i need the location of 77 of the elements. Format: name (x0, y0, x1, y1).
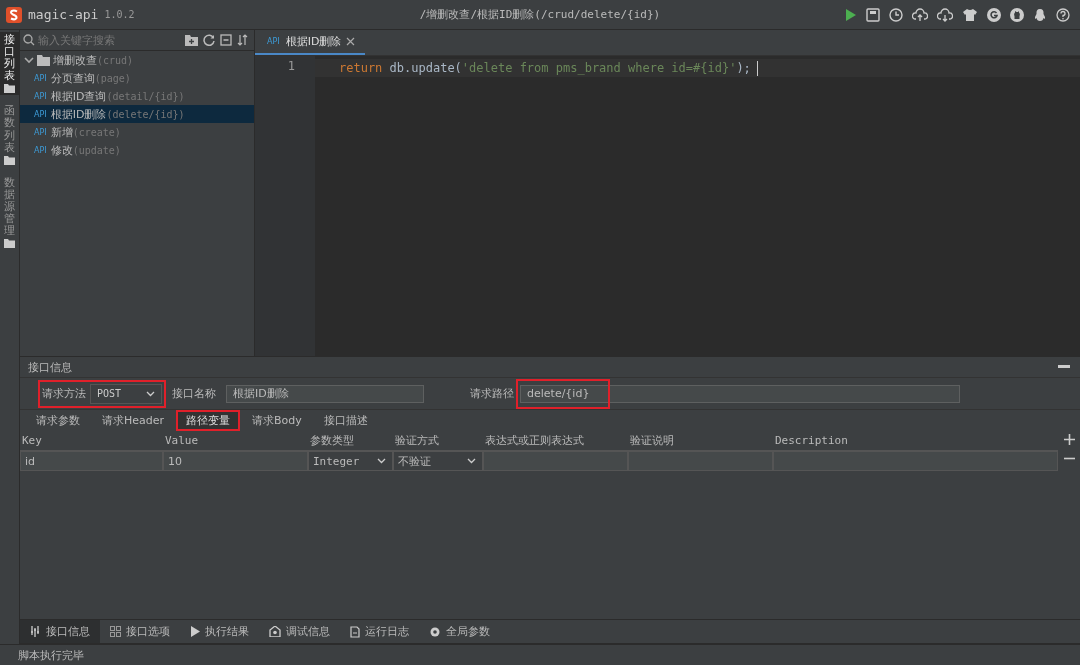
gear-icon (429, 625, 441, 638)
close-icon[interactable] (346, 37, 356, 46)
clock-icon[interactable] (889, 7, 903, 22)
column-header: Key (21, 433, 43, 447)
tree-folder[interactable]: 增删改查(crud) (20, 51, 254, 69)
refresh-icon[interactable] (203, 34, 215, 46)
document-icon (350, 625, 360, 638)
download-icon[interactable] (937, 7, 953, 22)
save-icon[interactable] (866, 7, 880, 22)
column-header: Value (164, 433, 200, 447)
panel-title: 接口信息 (28, 359, 72, 375)
column-header: 验证说明 (629, 432, 675, 448)
column-header: Description (774, 433, 849, 447)
add-icon[interactable] (1063, 434, 1075, 445)
name-field[interactable]: 根据ID删除 (226, 384, 424, 403)
tree-item[interactable]: API 根据ID查询(detail/{id}) (20, 87, 254, 105)
table-cell[interactable] (628, 451, 773, 471)
logo-icon (6, 6, 22, 23)
side-tab[interactable]: 函数列表 (0, 103, 19, 167)
table-cell[interactable] (773, 451, 1058, 471)
table-cell[interactable]: id (20, 451, 163, 471)
g-circle-icon[interactable] (987, 7, 1001, 22)
help-icon[interactable] (1056, 7, 1070, 22)
shirt-icon[interactable] (962, 7, 978, 22)
bottom-tab[interactable]: 接口选项 (100, 620, 180, 643)
caret-icon (146, 390, 155, 397)
sliders-icon (30, 626, 41, 637)
path-field[interactable]: delete/{id} (520, 384, 960, 403)
panel-tab[interactable]: 请求Body (242, 409, 312, 431)
panel-tab[interactable]: 请求Header (92, 409, 175, 431)
folder-icon (4, 84, 15, 94)
side-tab[interactable]: 数据源管理 (0, 174, 19, 251)
table-cell[interactable] (483, 451, 628, 471)
field-label: 接口名称 (172, 386, 216, 401)
grid-icon (110, 626, 121, 637)
app-name: magic-api (28, 7, 99, 22)
upload-icon[interactable] (912, 7, 928, 22)
side-tab[interactable]: 接口列表 (0, 32, 19, 96)
chevron-icon (24, 55, 34, 65)
field-label: 请求方法 (42, 386, 86, 401)
search-icon (23, 34, 35, 46)
minimize-icon[interactable] (1058, 365, 1070, 369)
status-text: 脚本执行完毕 (0, 644, 1080, 665)
caret-icon (467, 458, 476, 464)
folder-icon (4, 155, 15, 165)
penguin-icon[interactable] (1033, 7, 1047, 22)
column-header: 验证方式 (394, 432, 440, 448)
window-title: /增删改查/根据ID删除(/crud/delete/{id}) (419, 7, 661, 22)
bottom-tab[interactable]: 接口信息 (20, 620, 100, 643)
column-header: 参数类型 (309, 432, 355, 448)
type-select[interactable]: Integer (308, 451, 393, 471)
text-cursor (756, 60, 758, 76)
folder-icon (4, 239, 15, 249)
method-select[interactable]: POST (90, 383, 162, 404)
sort-icon[interactable] (237, 34, 249, 46)
table-cell[interactable]: 10 (163, 451, 308, 471)
folder-icon (37, 54, 50, 66)
bottom-tab[interactable]: 执行结果 (180, 620, 259, 643)
bottom-tab[interactable]: 调试信息 (259, 620, 340, 643)
collapse-icon[interactable] (220, 34, 232, 46)
bottom-tab[interactable]: 运行日志 (340, 620, 419, 643)
panel-tab[interactable]: 接口描述 (313, 409, 378, 431)
code-line: return db.update('delete from pms_brand where id=#{id}'); (339, 61, 751, 75)
caret-icon (377, 458, 386, 464)
panel-tab[interactable]: 请求参数 (26, 409, 90, 431)
panel-tab[interactable]: 路径变量 (176, 409, 241, 431)
app-version: 1.0.2 (104, 9, 135, 20)
line-number: 1 (286, 59, 296, 75)
play-icon (190, 626, 200, 637)
run-icon[interactable] (845, 7, 857, 22)
column-header: 表达式或正则表达式 (484, 432, 585, 448)
type-select[interactable]: 不验证 (393, 451, 483, 471)
new-folder-icon[interactable] (185, 34, 198, 46)
tree-item[interactable]: API 根据ID删除(delete/{id}) (20, 105, 254, 123)
remove-icon[interactable] (1063, 457, 1075, 460)
field-label: 请求路径 (470, 386, 514, 401)
bottom-tab[interactable]: 全局参数 (419, 620, 500, 643)
